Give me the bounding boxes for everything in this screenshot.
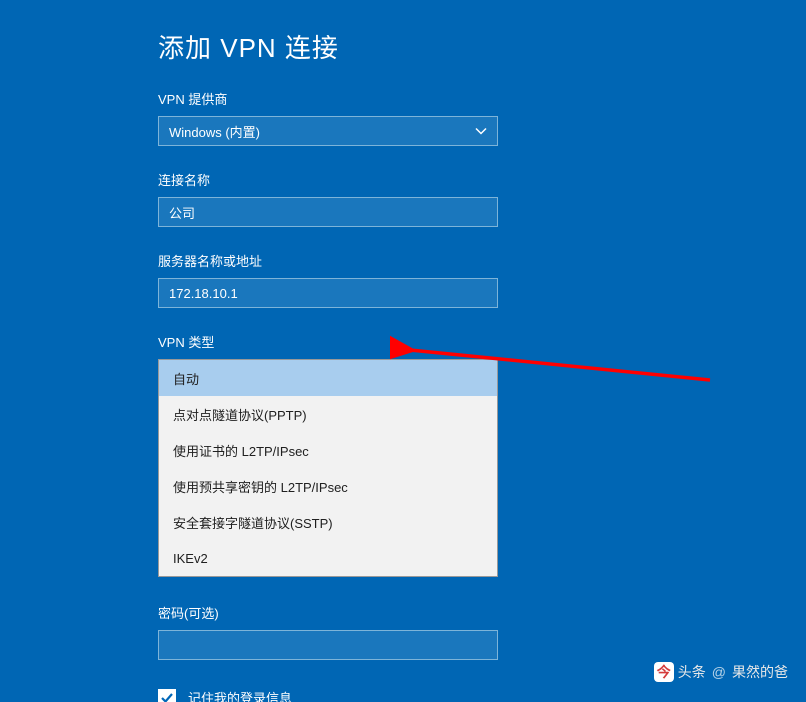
chevron-down-icon [475,124,487,139]
server-address-field: 服务器名称或地址 172.18.10.1 [158,251,806,308]
vpn-type-option[interactable]: 点对点隧道协议(PPTP) [159,396,497,432]
vpn-type-option[interactable]: 使用预共享密钥的 L2TP/IPsec [159,468,497,504]
remember-checkbox[interactable] [158,689,176,702]
watermark-author: 果然的爸 [732,662,788,682]
remember-row[interactable]: 记住我的登录信息 [158,688,806,702]
watermark: 今 头条 @ 果然的爸 [654,662,788,682]
connection-name-input[interactable]: 公司 [158,197,498,227]
watermark-brand: 头条 [678,662,706,682]
vpn-type-dropdown[interactable]: 自动点对点隧道协议(PPTP)使用证书的 L2TP/IPsec使用预共享密钥的 … [158,359,498,577]
check-icon [160,691,174,702]
server-address-label: 服务器名称或地址 [158,251,806,270]
vpn-type-option[interactable]: 安全套接字隧道协议(SSTP) [159,504,497,540]
server-address-value: 172.18.10.1 [169,286,238,301]
connection-name-value: 公司 [169,203,195,222]
provider-field: VPN 提供商 Windows (内置) [158,89,806,146]
page-title: 添加 VPN 连接 [158,28,806,65]
password-input[interactable] [158,630,498,660]
provider-value: Windows (内置) [169,122,260,141]
watermark-logo-icon: 今 [654,662,674,682]
server-address-input[interactable]: 172.18.10.1 [158,278,498,308]
connection-name-field: 连接名称 公司 [158,170,806,227]
provider-label: VPN 提供商 [158,89,806,108]
vpn-type-label: VPN 类型 [158,332,806,351]
vpn-type-field: VPN 类型 自动点对点隧道协议(PPTP)使用证书的 L2TP/IPsec使用… [158,332,806,577]
watermark-at: @ [712,664,726,680]
password-field: 密码(可选) [158,603,806,660]
provider-select[interactable]: Windows (内置) [158,116,498,146]
connection-name-label: 连接名称 [158,170,806,189]
vpn-type-option[interactable]: 使用证书的 L2TP/IPsec [159,432,497,468]
remember-label: 记住我的登录信息 [188,688,292,702]
vpn-type-option[interactable]: IKEv2 [159,540,497,576]
vpn-type-option[interactable]: 自动 [159,360,497,396]
password-label: 密码(可选) [158,603,806,622]
